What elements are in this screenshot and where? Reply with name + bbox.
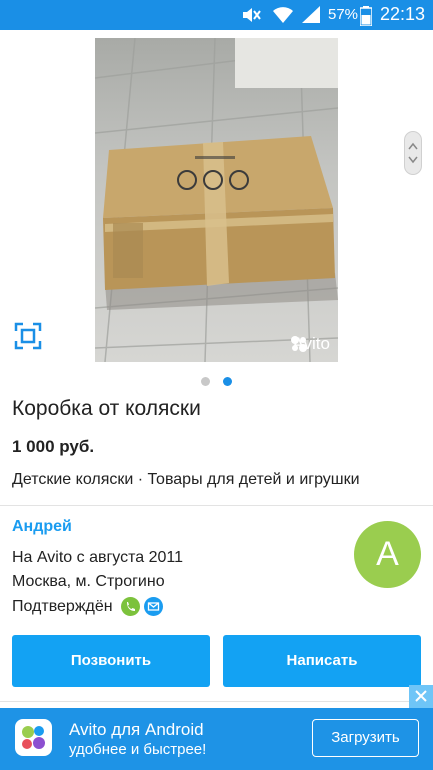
call-button[interactable]: Позвонить — [12, 635, 210, 687]
battery-icon — [359, 6, 373, 31]
status-bar: 57% 22:13 — [0, 0, 433, 30]
avito-watermark: Avito — [289, 334, 330, 354]
close-icon[interactable] — [409, 685, 433, 708]
breadcrumb-category[interactable]: Детские коляски — [12, 471, 133, 488]
seller-since: На Avito с августа 2011 — [12, 549, 184, 566]
fullscreen-icon[interactable] — [14, 322, 42, 350]
wifi-icon — [272, 5, 294, 30]
email-verified-icon — [143, 597, 163, 616]
seller-location: Москва, м. Строгино — [12, 573, 165, 590]
seller-verified: Подтверждён — [12, 597, 163, 616]
message-button[interactable]: Написать — [223, 635, 421, 687]
breadcrumb-separator: · — [137, 471, 144, 488]
scroll-handle-icon[interactable] — [404, 131, 422, 175]
listing-title: Коробка от коляски — [12, 397, 201, 420]
banner-subtitle: удобнее и быстрее! — [69, 741, 207, 758]
breadcrumb: Детские коляски · Товары для детей и игр… — [12, 471, 360, 489]
mute-icon — [240, 5, 262, 30]
photo-gallery[interactable]: Avito — [0, 30, 433, 390]
clock: 22:13 — [380, 4, 426, 24]
seller-name[interactable]: Андрей — [12, 518, 72, 536]
listing-photo[interactable]: Avito — [95, 38, 338, 362]
app-banner: Avito для Android удобнее и быстрее! Заг… — [0, 708, 433, 770]
verified-label: Подтверждён — [12, 597, 113, 615]
divider — [0, 505, 433, 506]
divider — [0, 701, 433, 702]
signal-icon — [300, 5, 322, 30]
breadcrumb-parent-category[interactable]: Товары для детей и игрушки — [148, 471, 360, 488]
listing-price: 1 000 руб. — [12, 437, 95, 456]
gallery-pagination — [0, 373, 433, 391]
avatar[interactable]: A — [354, 521, 421, 588]
banner-title: Avito для Android — [69, 720, 204, 739]
pagination-dot[interactable] — [201, 377, 211, 386]
avito-app-icon — [15, 719, 52, 756]
download-button[interactable]: Загрузить — [312, 719, 419, 757]
battery-percent: 57% — [328, 6, 359, 23]
phone-verified-icon — [120, 597, 140, 616]
pagination-dot-active[interactable] — [222, 377, 232, 386]
